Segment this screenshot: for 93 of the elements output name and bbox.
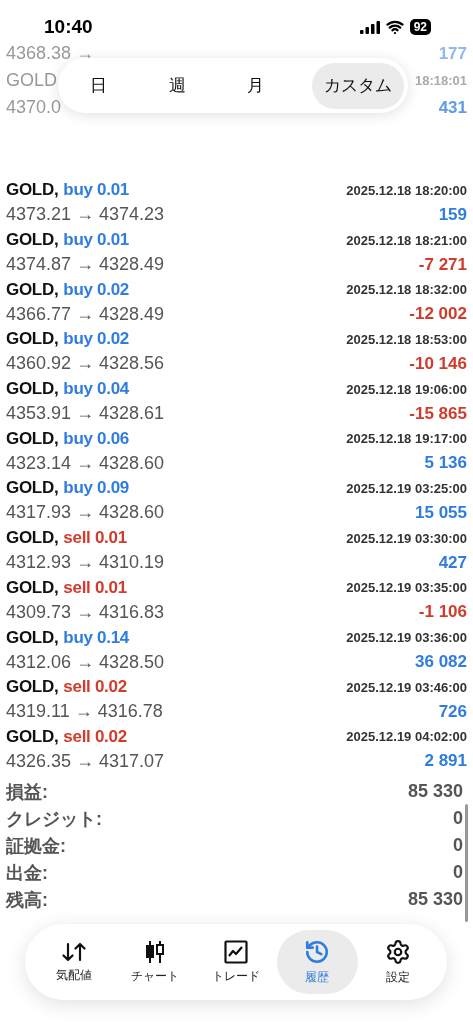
summary-label: 残高: xyxy=(6,888,48,912)
trade-order: sell 0.02 xyxy=(63,677,127,698)
trade-time: 2025.12.19 03:30:00 xyxy=(346,530,467,546)
battery-level: 92 xyxy=(409,19,431,35)
trade-prices: 4323.14 → 4328.60 xyxy=(6,452,165,474)
trade-symbol: GOLD, xyxy=(6,478,59,499)
settings-icon xyxy=(385,938,412,965)
trade-order: sell 0.01 xyxy=(63,528,127,549)
trade-order: buy 0.14 xyxy=(63,627,129,648)
trade-prices: 4317.93 → 4328.60 xyxy=(6,502,165,524)
trade-symbol: GOLD, xyxy=(6,279,59,300)
nav-tab[interactable]: トレード xyxy=(195,930,277,994)
trade-prices: 4373.21 → 4374.23 xyxy=(6,204,165,226)
trade-time: 2025.12.18 18:21:00 xyxy=(346,232,467,248)
trade-symbol: GOLD, xyxy=(6,726,59,747)
trade-prices: 4312.06 → 4328.50 xyxy=(6,651,165,673)
trade-prices: 4360.92 → 4328.56 xyxy=(6,353,165,375)
trade-symbol: GOLD, xyxy=(6,230,59,251)
trade-profit: -7 271 xyxy=(418,254,467,275)
summary-label: 損益: xyxy=(6,780,48,804)
trade-symbol: GOLD, xyxy=(6,627,59,648)
trade-order: sell 0.01 xyxy=(63,577,127,598)
period-tab[interactable]: 月 xyxy=(233,62,279,109)
trade-prices: 4353.91 → 4328.61 xyxy=(6,403,165,425)
nav-tab[interactable]: 気配値 xyxy=(33,930,115,994)
trade-profit: -12 002 xyxy=(409,304,467,325)
trade-prices: 4366.77 → 4328.49 xyxy=(6,303,165,325)
trade-order: buy 0.06 xyxy=(63,428,129,449)
faded-row-value: 431 xyxy=(438,97,467,118)
summary-label: 証拠金: xyxy=(6,834,66,858)
summary-value: 0 xyxy=(453,835,463,857)
period-tab[interactable]: 週 xyxy=(154,62,200,109)
faded-row-text: 4370.0 xyxy=(6,97,62,118)
summary-label: 出金: xyxy=(6,861,48,885)
trade-order: buy 0.09 xyxy=(63,478,129,499)
trade-symbol: GOLD, xyxy=(6,379,59,400)
trade-time: 2025.12.19 03:46:00 xyxy=(346,679,467,695)
trade-time: 2025.12.18 19:17:00 xyxy=(346,431,467,447)
trade-symbol: GOLD, xyxy=(6,180,59,201)
trade-time: 2025.12.19 03:35:00 xyxy=(346,580,467,596)
nav-tab[interactable]: 履歴 xyxy=(276,930,358,994)
wifi-icon xyxy=(385,18,404,36)
trade-prices: 4319.11 → 4316.78 xyxy=(6,701,163,723)
trade-order: buy 0.02 xyxy=(63,279,129,300)
trade-order: buy 0.01 xyxy=(63,180,129,201)
nav-tab[interactable]: 設定 xyxy=(357,930,439,994)
trade-symbol: GOLD, xyxy=(6,428,59,449)
trade-order: sell 0.02 xyxy=(63,726,127,747)
faded-row-text: GOLD, xyxy=(6,70,62,91)
trade-profit: 159 xyxy=(438,204,467,225)
trade-profit: 15 055 xyxy=(415,502,467,523)
history-icon xyxy=(304,938,331,965)
summary-label: クレジット: xyxy=(6,807,102,831)
faded-row-text: 4368.38 → xyxy=(6,43,95,64)
trade-symbol: GOLD, xyxy=(6,528,59,549)
trade-profit: 726 xyxy=(438,701,467,722)
trade-order: buy 0.02 xyxy=(63,329,129,350)
trade-profit: -10 146 xyxy=(409,353,467,374)
trade-profit: 5 136 xyxy=(424,453,467,474)
trade-time: 2025.12.19 04:02:00 xyxy=(346,729,467,745)
trade-time: 2025.12.18 19:06:00 xyxy=(346,381,467,397)
summary-value: 0 xyxy=(453,808,463,830)
trade-profit: -1 106 xyxy=(418,602,467,623)
trade-order: buy 0.01 xyxy=(63,230,129,251)
trade-time: 2025.12.18 18:53:00 xyxy=(346,331,467,347)
trade-prices: 4312.93 → 4310.19 xyxy=(6,552,165,574)
nav-tab[interactable]: チャート xyxy=(114,930,196,994)
summary-value: 85 330 xyxy=(407,781,463,803)
signal-icon xyxy=(359,20,380,34)
line-chart-icon xyxy=(224,939,248,964)
trade-time: 2025.12.18 18:20:00 xyxy=(346,182,467,198)
summary-value: 0 xyxy=(453,862,463,884)
summary-value: 85 330 xyxy=(407,889,463,911)
trade-time: 2025.12.19 03:36:00 xyxy=(346,630,467,646)
trade-profit: 427 xyxy=(438,552,467,573)
trade-symbol: GOLD, xyxy=(6,677,59,698)
trade-time: 2025.12.18 18:32:00 xyxy=(346,282,467,298)
arrows-up-down-icon xyxy=(61,940,86,963)
faded-row-value: 177 xyxy=(438,43,467,64)
trade-profit: 36 082 xyxy=(415,652,467,673)
trade-prices: 4374.87 → 4328.49 xyxy=(6,254,165,276)
faded-row-time: 18:18:01 xyxy=(414,73,467,88)
trade-profit: -15 865 xyxy=(409,403,467,424)
period-tab[interactable]: カスタム xyxy=(311,62,404,109)
trade-prices: 4309.73 → 4316.83 xyxy=(6,601,165,623)
candlestick-icon xyxy=(143,939,166,964)
trade-symbol: GOLD, xyxy=(6,329,59,350)
trade-profit: 2 891 xyxy=(424,751,467,772)
trade-prices: 4326.35 → 4317.07 xyxy=(6,750,165,772)
trade-order: buy 0.04 xyxy=(63,379,129,400)
trade-symbol: GOLD, xyxy=(6,577,59,598)
period-tab[interactable]: 日 xyxy=(76,62,121,109)
trade-time: 2025.12.19 03:25:00 xyxy=(346,480,467,496)
